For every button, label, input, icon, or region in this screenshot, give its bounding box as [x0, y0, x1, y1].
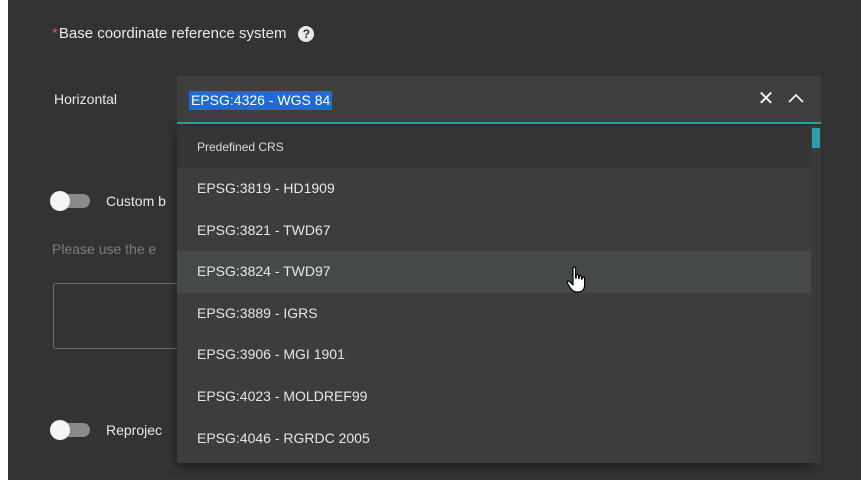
option-item[interactable]: EPSG:4023 - MOLDREF99: [177, 376, 811, 418]
reproject-toggle-row: Reprojec: [50, 420, 163, 440]
option-item[interactable]: EPSG:3821 - TWD67: [177, 210, 811, 252]
section-title: * Base coordinate reference system ?: [52, 25, 315, 42]
hint-text: Please use the e: [52, 241, 157, 257]
horizontal-label: Horizontal: [54, 91, 118, 107]
hand-pointer-cursor-icon: [566, 266, 586, 293]
option-item-hovered[interactable]: EPSG:3824 - TWD97: [177, 251, 811, 293]
scrollbar-thumb[interactable]: [812, 128, 820, 148]
option-item[interactable]: EPSG:4046 - RGRDC 2005: [177, 418, 811, 460]
option-item[interactable]: EPSG:3889 - IGRS: [177, 293, 811, 335]
option-item[interactable]: EPSG:3906 - MGI 1901: [177, 334, 811, 376]
option-item[interactable]: EPSG:3819 - HD1909: [177, 168, 811, 210]
dropdown-scrollbar[interactable]: [811, 126, 821, 463]
reproject-toggle-label: Reprojec: [106, 422, 163, 438]
custom-toggle-row: Custom b: [50, 191, 166, 211]
section-title-text: Base coordinate reference system: [58, 25, 287, 42]
help-icon[interactable]: ?: [298, 25, 315, 42]
group-header: Predefined CRS: [177, 126, 811, 168]
clear-icon[interactable]: ✕: [756, 87, 776, 111]
custom-toggle[interactable]: [50, 191, 90, 211]
chevron-up-icon[interactable]: [786, 89, 806, 109]
custom-toggle-label: Custom b: [106, 193, 166, 209]
crs-dropdown-list: Predefined CRS EPSG:3819 - HD1909 EPSG:3…: [177, 126, 811, 463]
selected-value[interactable]: EPSG:4326 - WGS 84: [189, 91, 333, 110]
required-marker: *: [52, 25, 58, 42]
reproject-toggle[interactable]: [50, 420, 90, 440]
toggle-knob: [50, 420, 70, 440]
horizontal-crs-select[interactable]: EPSG:4326 - WGS 84 ✕: [177, 76, 821, 124]
toggle-knob: [50, 191, 70, 211]
